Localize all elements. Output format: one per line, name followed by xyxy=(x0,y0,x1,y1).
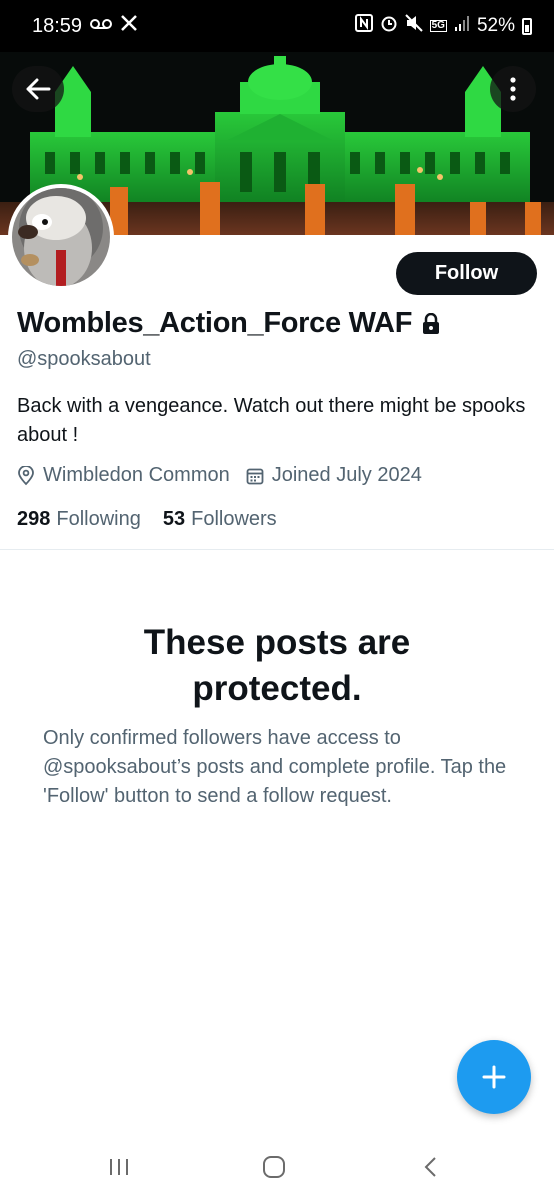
followers-label: Followers xyxy=(191,508,277,530)
more-options-button[interactable] xyxy=(490,66,536,112)
protected-title: These posts are protected. xyxy=(0,620,554,712)
divider xyxy=(0,549,554,550)
display-name-row: Wombles_Action_Force WAF xyxy=(17,307,440,340)
battery-percent: 52% xyxy=(476,15,515,36)
battery-icon xyxy=(522,17,532,35)
avatar-image xyxy=(12,188,110,286)
follow-counts: 298 Following 53 Followers xyxy=(17,508,277,531)
arrow-left-icon xyxy=(26,78,51,100)
back-icon xyxy=(424,1157,436,1177)
profile-bio: Back with a vengeance. Watch out there m… xyxy=(17,395,526,446)
home-icon xyxy=(263,1156,285,1178)
location-text: Wimbledon Common xyxy=(43,464,230,486)
followers-count: 53 xyxy=(162,508,186,530)
5g-icon: 5G xyxy=(429,20,447,32)
recents-button[interactable] xyxy=(89,1149,149,1185)
display-name: Wombles_Action_Force WAF xyxy=(17,307,413,339)
voicemail-icon xyxy=(90,16,113,36)
compose-button[interactable] xyxy=(457,1040,531,1114)
following-link[interactable]: 298 Following xyxy=(17,508,141,531)
following-label: Following xyxy=(56,508,141,530)
profile-handle: @spooksabout xyxy=(17,348,151,370)
location-item: Wimbledon Common xyxy=(17,464,230,487)
alarm-icon xyxy=(380,14,398,38)
lock-icon xyxy=(423,312,440,334)
system-back-button[interactable] xyxy=(400,1149,460,1185)
home-button[interactable] xyxy=(244,1149,304,1185)
signal-icon xyxy=(454,15,470,37)
system-nav-bar xyxy=(0,1135,554,1200)
x-app-icon xyxy=(120,14,138,38)
location-pin-icon xyxy=(18,465,34,485)
followers-link[interactable]: 53 Followers xyxy=(163,508,277,531)
following-count: 298 xyxy=(17,508,51,530)
protected-title-text: These posts are protected. xyxy=(143,623,411,708)
calendar-icon xyxy=(246,468,264,484)
joined-text: Joined July 2024 xyxy=(271,464,422,486)
plus-icon xyxy=(482,1065,506,1089)
mute-icon xyxy=(404,14,423,38)
protected-body: Only confirmed followers have access to … xyxy=(43,727,507,807)
status-left: 18:59 xyxy=(32,14,138,38)
profile-meta: Wimbledon Common Joined July 2024 xyxy=(17,464,438,487)
follow-button[interactable]: Follow xyxy=(396,252,537,295)
status-right: 5G 52% xyxy=(354,14,532,38)
more-vertical-icon xyxy=(510,77,516,101)
back-button[interactable] xyxy=(12,66,64,112)
joined-item: Joined July 2024 xyxy=(246,464,422,487)
recents-icon xyxy=(110,1159,128,1175)
status-time: 18:59 xyxy=(32,14,83,37)
status-bar: 18:59 5G 52% xyxy=(0,0,554,52)
nfc-icon xyxy=(354,14,373,38)
avatar[interactable] xyxy=(8,184,114,290)
